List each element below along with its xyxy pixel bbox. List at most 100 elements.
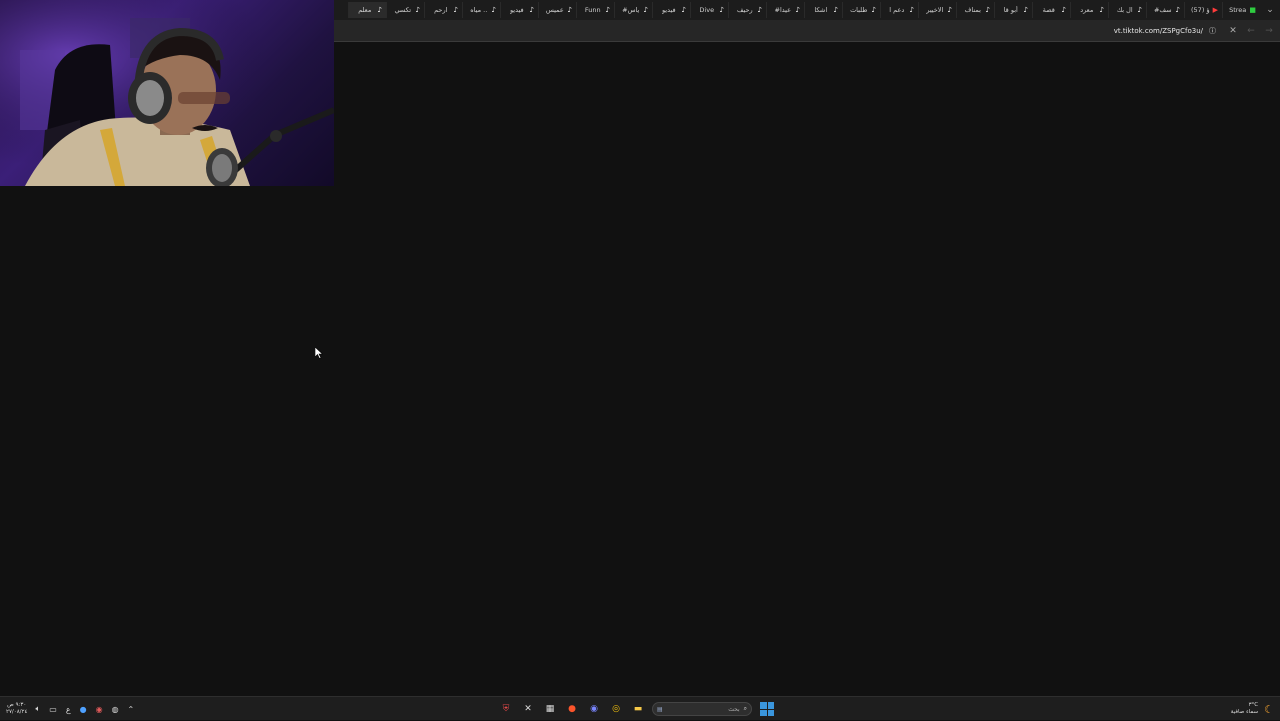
start-button[interactable] <box>760 702 774 716</box>
mouse-cursor-icon <box>315 347 323 359</box>
tab-label: طلبات <box>850 6 868 14</box>
discord-icon[interactable]: ◉ <box>586 701 602 717</box>
recording-icon[interactable]: ◉ <box>96 705 103 714</box>
tiktok-icon: ♪ <box>833 6 838 14</box>
taskbar-apps: ⛨ ✕ ▦ ● ◉ ◎ ▬ ▤ بحث ⌕ <box>498 697 774 721</box>
tab-label: قصة <box>1042 6 1055 14</box>
tab-search-menu[interactable]: ⌄ <box>1260 0 1280 20</box>
browser-tab[interactable]: ♪ #ياس <box>614 2 652 18</box>
tab-label: أبو قا <box>1003 6 1018 14</box>
browser-tab[interactable]: ♪ ال بك <box>1108 2 1146 18</box>
browser-tab-strip: ⌄ ■ Strea ▶ (57) ؤ ♪ #سف ♪ ال بك ♪ معرد ♪ قصة ♪ أبو ق… <box>334 0 1280 20</box>
tab-label: ارحم <box>434 6 448 14</box>
tiktok-icon: ♪ <box>529 6 534 14</box>
browser-tab[interactable]: ♪ فيديو <box>500 2 538 18</box>
browser-tab[interactable]: ♪ Dive <box>690 2 728 18</box>
streamer-video-frame <box>0 0 334 186</box>
forward-arrow-icon: → <box>1265 25 1273 36</box>
browser-toolbar: vt.tiktok.com/ZSPgCfo3u/ ⓘ ✕ ← → <box>334 20 1280 42</box>
forward-button[interactable]: → <box>1262 24 1276 38</box>
browser-tab[interactable]: ♪ #عيدا <box>766 2 804 18</box>
search-placeholder: بحث <box>728 705 740 713</box>
tiktok-icon: ♪ <box>453 6 458 14</box>
tiktok-icon: ♪ <box>795 6 800 14</box>
tab-label: فيديو <box>661 6 676 14</box>
info-icon[interactable]: ⓘ <box>1209 26 1216 36</box>
browser-tab[interactable]: ♪ دعم ا <box>880 2 918 18</box>
browser-tab[interactable]: ♪ أبو قا <box>994 2 1032 18</box>
browser-tab[interactable]: ♪ بمناف <box>956 2 994 18</box>
tiktok-icon: ♪ <box>1099 6 1104 14</box>
tiktok-icon: ♪ <box>871 6 876 14</box>
weather-widget[interactable]: ٣°C سماء صافية ☾ <box>1231 697 1274 721</box>
tiktok-icon: ♪ <box>947 6 952 14</box>
tab-label: Funn <box>584 6 601 14</box>
search-icon: ⌕ <box>743 705 747 712</box>
back-button[interactable]: ← <box>1244 24 1258 38</box>
browser-tab[interactable]: ♪ #سف <box>1146 2 1184 18</box>
url-text[interactable]: vt.tiktok.com/ZSPgCfo3u/ <box>1114 27 1203 35</box>
browser-tab[interactable]: ♪ رحيف <box>728 2 766 18</box>
tab-label: تكسي <box>394 6 412 14</box>
tab-label: معلم <box>358 6 372 14</box>
browser-tab[interactable]: ■ Strea <box>1222 2 1260 18</box>
browser-tab[interactable]: ♪ ارحم <box>424 2 462 18</box>
antivirus-icon[interactable]: ⛨ <box>498 701 514 717</box>
browser-tab[interactable]: ♪ قصة <box>1032 2 1070 18</box>
tiktok-icon: ♪ <box>719 6 724 14</box>
network-icon[interactable]: ▭ <box>49 705 57 714</box>
browser-tab[interactable]: ♪ الاخيير <box>918 2 956 18</box>
close-icon: ✕ <box>1229 25 1237 36</box>
tab-label: #سف <box>1153 6 1172 14</box>
browser-tab[interactable]: ♪ معلم <box>348 2 386 18</box>
browser-tab[interactable]: ▶ (57) ؤ <box>1184 2 1222 18</box>
chevron-up-icon[interactable]: ⌃ <box>128 705 135 714</box>
browser-tab[interactable]: ♪ اشكا <box>804 2 842 18</box>
language-indicator[interactable]: ع <box>66 705 71 714</box>
clock-date: ٢٧/٠٨/٢٤ <box>6 709 28 715</box>
close-button[interactable]: ✕ <box>1226 24 1240 38</box>
file-explorer-icon[interactable]: ▬ <box>630 701 646 717</box>
taskview-icon[interactable]: ▦ <box>542 701 558 717</box>
tiktok-icon: ♪ <box>681 6 686 14</box>
system-tray: ٩:٣٠ ص ٢٧/٠٨/٢٤ 🔈︎ ▭ ع ● ◉ ◍ ⌃ <box>6 697 143 721</box>
discord-tray-icon[interactable]: ◍ <box>112 705 119 714</box>
browser-tab[interactable]: ♪ معرد <box>1070 2 1108 18</box>
browser-tab[interactable]: ♪ تكسي <box>386 2 424 18</box>
tab-label: Strea <box>1229 6 1247 14</box>
tab-label: #عيدا <box>774 6 792 14</box>
taskbar-search[interactable]: ▤ بحث ⌕ <box>652 702 752 716</box>
clock-time: ٩:٣٠ ص <box>7 702 27 708</box>
volume-icon[interactable]: 🔈︎ <box>35 704 40 714</box>
tab-label: Dive <box>699 6 715 14</box>
tab-label: دعم ا <box>889 6 905 14</box>
webcam-overlay <box>0 0 334 186</box>
capcut-icon[interactable]: ✕ <box>520 701 536 717</box>
tiktok-icon: ♪ <box>985 6 990 14</box>
tiktok-icon: ♪ <box>605 6 610 14</box>
brave-icon[interactable]: ● <box>564 701 580 717</box>
browser-tab[interactable]: ♪ Funn <box>576 2 614 18</box>
browser-tab[interactable]: ♪ طلبات <box>842 2 880 18</box>
tab-label: اشكا <box>814 6 828 14</box>
tiktok-icon: ♪ <box>1061 6 1066 14</box>
tiktok-icon: ♪ <box>909 6 914 14</box>
browser-tab[interactable]: ♪ فيديو <box>652 2 690 18</box>
youtube-icon: ▶ <box>1212 6 1218 14</box>
tab-label: #ياس <box>622 6 640 14</box>
weather-desc: سماء صافية <box>1230 709 1259 715</box>
tab-label: فيديو <box>509 6 524 14</box>
address-bar[interactable]: vt.tiktok.com/ZSPgCfo3u/ ⓘ <box>1114 26 1216 36</box>
page-viewport[interactable] <box>334 42 1280 696</box>
taskbar-clock[interactable]: ٩:٣٠ ص ٢٧/٠٨/٢٤ <box>6 702 27 716</box>
tab-label: ال بك <box>1116 6 1133 14</box>
moon-weather-icon: ☾ <box>1264 702 1274 716</box>
chrome-icon[interactable]: ◎ <box>608 701 624 717</box>
browser-tab[interactable]: ♪ مياه .. <box>462 2 500 18</box>
tiktok-icon: ♪ <box>1023 6 1028 14</box>
tiktok-icon: ♪ <box>377 6 382 14</box>
microphone-icon[interactable]: ● <box>80 705 87 714</box>
tab-label: مياه .. <box>470 6 488 14</box>
browser-tab[interactable]: ♪ عميس <box>538 2 576 18</box>
tiktok-icon: ♪ <box>567 6 572 14</box>
